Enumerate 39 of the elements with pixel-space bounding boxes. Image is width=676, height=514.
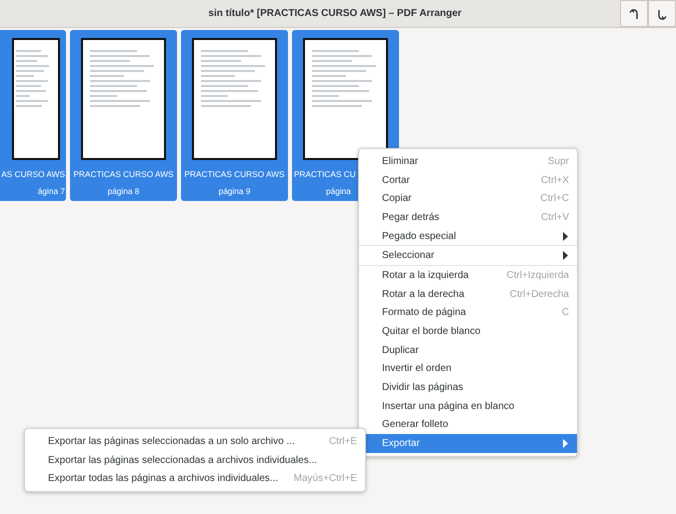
window-title: sin título* [PRACTICAS CURSO AWS] – PDF Arranger	[207, 8, 463, 19]
menu-item[interactable]: Pegado especial	[359, 226, 577, 246]
menu-item[interactable]: Generar folleto	[359, 416, 577, 434]
menu-item[interactable]: Invertir el orden	[359, 360, 577, 378]
shortcut-label: Ctrl+Derecha	[510, 288, 569, 300]
menu-item[interactable]: Dividir las páginas	[359, 378, 577, 397]
shortcut-label: Ctrl+X	[540, 174, 569, 186]
menu-item[interactable]: Duplicar	[359, 340, 577, 360]
menu-item[interactable]: Exportar todas las páginas a archivos individuales... Mayús+Ctrl+E	[25, 469, 365, 488]
menu-item[interactable]: Formato de página C	[359, 304, 577, 322]
menu-item[interactable]: Insertar una página en blanco	[359, 396, 577, 416]
redo-button[interactable]	[648, 0, 676, 27]
shortcut-label: C	[562, 307, 569, 318]
curved-arrow-left-icon	[628, 8, 640, 20]
page-title: PRACTICAS CURSO AWS	[184, 168, 285, 181]
shortcut-label: Mayús+Ctrl+E	[294, 473, 357, 484]
shortcut-label: Ctrl+Izquierda	[506, 270, 569, 281]
page-title: PRACTICAS CU	[294, 168, 356, 181]
page-number: página 8	[108, 185, 140, 198]
undo-button[interactable]	[620, 0, 648, 27]
curved-arrow-right-icon	[656, 8, 668, 20]
page-number: ágina 7	[38, 185, 65, 198]
page-card[interactable]: PRACTICAS CURSO AWS página 8	[70, 30, 177, 201]
page-number: página	[325, 185, 351, 198]
page-card[interactable]: PRACTICAS CURSO AWS página 9	[181, 30, 288, 201]
shortcut-label: Ctrl+C	[540, 193, 569, 204]
shortcut-label: Supr	[548, 156, 569, 167]
page-title: AS CURSO AWS	[1, 168, 65, 181]
shortcut-label: Ctrl+E	[328, 436, 357, 447]
page-card[interactable]: AS CURSO AWS ágina 7	[0, 30, 66, 201]
menu-item[interactable]: Rotar a la derecha Ctrl+Derecha	[359, 284, 577, 304]
page-number: página 9	[218, 185, 250, 198]
menu-item[interactable]: Exportar las páginas seleccionadas a archivos individuales...	[25, 450, 365, 470]
menu-item[interactable]: Pegar detrás Ctrl+V	[359, 208, 577, 227]
page-title: PRACTICAS CURSO AWS	[73, 168, 174, 181]
menu-item[interactable]: Seleccionar	[359, 246, 577, 266]
menu-item[interactable]: Rotar a la izquierda Ctrl+Izquierda	[359, 266, 577, 285]
menu-item[interactable]: Quitar el borde blanco	[359, 322, 577, 341]
shortcut-label: Ctrl+V	[540, 212, 569, 223]
